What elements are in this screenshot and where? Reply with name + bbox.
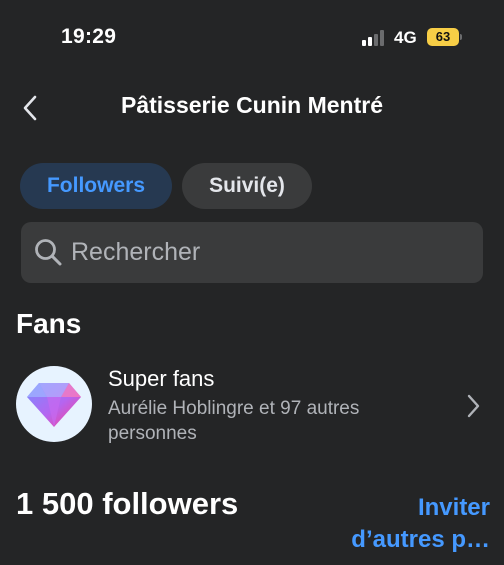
back-button[interactable]: [18, 92, 46, 124]
battery-icon: 63: [427, 28, 459, 46]
chevron-right-icon: [467, 394, 480, 418]
super-fans-row[interactable]: Super fans Aurélie Hoblingre et 97 autre…: [0, 360, 504, 452]
network-type: 4G: [394, 28, 417, 47]
status-bar: 19:29 4G 63: [0, 0, 504, 74]
page-title: Pâtisserie Cunin Mentré: [120, 92, 384, 118]
cellular-signal-icon: [362, 30, 386, 46]
super-fans-title: Super fans: [108, 366, 215, 391]
search-icon: [35, 239, 62, 266]
battery-tip: [460, 34, 462, 40]
invite-others-link[interactable]: Inviter d’autres p…: [334, 492, 490, 556]
followers-count: 1 500 followers: [16, 486, 239, 521]
section-title-fans: Fans: [16, 308, 82, 339]
search-box[interactable]: [21, 222, 483, 283]
chevron-left-icon: [23, 95, 37, 121]
tab-followers[interactable]: Followers: [20, 163, 172, 209]
diamond-icon: [27, 383, 81, 427]
screen: 19:29 4G 63 Pâtisserie Cunin Mentré Foll…: [0, 0, 504, 565]
super-fans-avatar: [16, 366, 92, 442]
status-time: 19:29: [61, 25, 117, 48]
tab-following[interactable]: Suivi(e): [182, 163, 312, 209]
super-fans-description: Aurélie Hoblingre et 97 autres personnes: [108, 398, 360, 444]
search-input[interactable]: [71, 222, 471, 283]
